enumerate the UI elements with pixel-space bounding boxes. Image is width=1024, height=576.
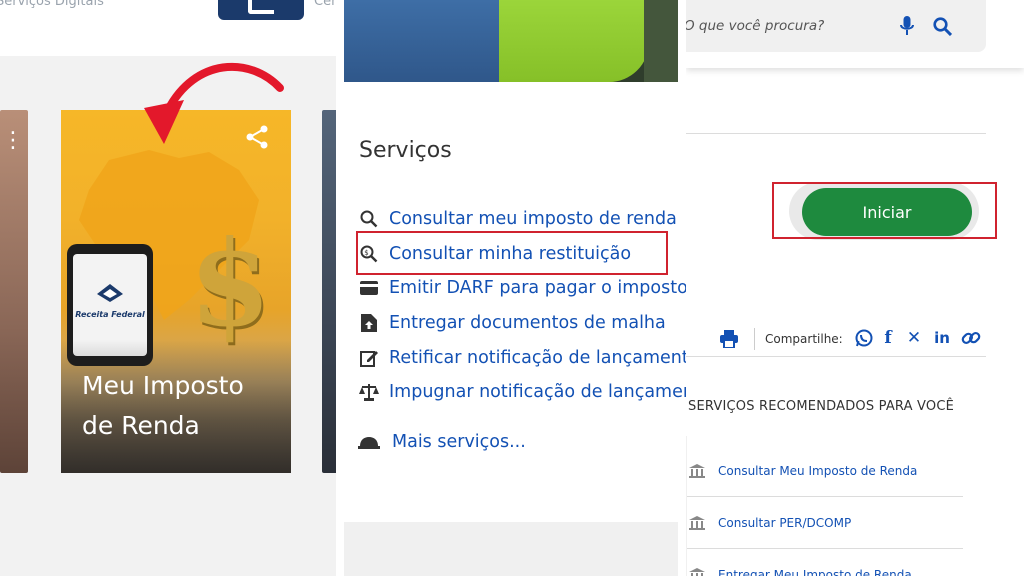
digital-services-label: Serviços Digitais — [0, 0, 104, 9]
share-bar: Compartilhe: f ✕ in — [686, 322, 986, 357]
recommended-item[interactable]: Consultar PER/DCOMP — [687, 497, 963, 549]
next-card[interactable] — [322, 110, 336, 473]
credit-card-icon — [358, 279, 380, 297]
highlight-box-iniciar — [772, 182, 997, 239]
service-link-impugnar-notificacao[interactable]: Impugnar notificação de lançamento — [358, 375, 686, 410]
meu-imposto-de-renda-card[interactable]: $ Receita Federal Meu Imposto de Renda — [61, 110, 291, 473]
previous-card[interactable]: ⋮ — [0, 110, 28, 473]
search-icon[interactable] — [933, 17, 952, 36]
page-header: O que você procura? — [686, 0, 1024, 68]
service-link-entregar-documentos[interactable]: Entregar documentos de malha — [358, 306, 686, 341]
search-icon — [358, 210, 380, 228]
microphone-icon[interactable] — [900, 16, 914, 36]
service-label[interactable]: Retificar notificação de lançamento — [389, 348, 686, 368]
service-label[interactable]: Emitir DARF para pagar o imposto — [389, 278, 686, 298]
building-icon — [689, 464, 705, 478]
recommended-label[interactable]: Consultar Meu Imposto de Renda — [718, 464, 917, 478]
service-link-emitir-darf[interactable]: Emitir DARF para pagar o imposto — [358, 271, 686, 306]
hero-image — [344, 0, 678, 82]
red-arrow-annotation — [144, 62, 284, 144]
card-title: Meu Imposto de Renda — [82, 366, 282, 446]
link-icon[interactable] — [961, 328, 981, 348]
recommended-title: SERVIÇOS RECOMENDADOS PARA VOCÊ — [688, 399, 955, 414]
partial-header-label: Cen — [314, 0, 336, 9]
recommended-label[interactable]: Consultar PER/DCOMP — [718, 516, 851, 530]
building-icon — [689, 568, 705, 576]
receita-federal-logo — [97, 284, 123, 302]
card-title-line2: de Renda — [82, 411, 200, 440]
whatsapp-icon[interactable] — [854, 328, 874, 348]
recommended-item[interactable]: Consultar Meu Imposto de Renda — [687, 445, 963, 497]
building-icon — [689, 516, 705, 530]
share-icon[interactable]: ⋮ — [2, 128, 24, 153]
right-screenshot-panel: O que você procura? Iniciar Compartilhe:… — [686, 0, 1024, 576]
service-link-retificar-notificacao[interactable]: Retificar notificação de lançamento — [358, 340, 686, 375]
search-bar[interactable]: O que você procura? — [686, 0, 986, 52]
recommended-item[interactable]: Entregar Meu Imposto de Renda — [687, 549, 963, 576]
scale-icon — [358, 383, 380, 402]
services-title: Serviços — [359, 138, 452, 163]
edit-icon — [358, 349, 380, 367]
top-bar: Serviços Digitais Cen — [0, 0, 336, 56]
x-icon[interactable]: ✕ — [904, 328, 924, 348]
highlight-box-restituicao — [356, 231, 668, 275]
left-screenshot-panel: Serviços Digitais Cen ⋮ $ Receita Federa… — [0, 0, 336, 576]
more-services-link[interactable]: Mais serviços... — [358, 432, 526, 452]
service-label[interactable]: Entregar documentos de malha — [389, 313, 666, 333]
bell-service-icon — [358, 437, 380, 449]
search-input[interactable]: O que você procura? — [686, 18, 824, 34]
card-title-line1: Meu Imposto — [82, 371, 244, 400]
more-services-label[interactable]: Mais serviços... — [392, 432, 526, 452]
recommended-list: Consultar Meu Imposto de Renda Consultar… — [686, 436, 986, 576]
print-icon[interactable] — [720, 330, 738, 348]
middle-screenshot-panel: Serviços Consultar meu imposto de renda … — [336, 0, 686, 576]
dollar-sign-icon: $ — [189, 214, 272, 353]
gov-logo[interactable] — [218, 0, 304, 20]
facebook-icon[interactable]: f — [878, 328, 898, 348]
service-label[interactable]: Impugnar notificação de lançamento — [389, 382, 686, 402]
service-label[interactable]: Consultar meu imposto de renda — [389, 209, 677, 229]
linkedin-icon[interactable]: in — [932, 328, 952, 348]
receita-federal-text: Receita Federal — [75, 310, 145, 319]
upload-doc-icon — [358, 314, 380, 333]
recommended-label[interactable]: Entregar Meu Imposto de Renda — [718, 568, 912, 576]
share-label: Compartilhe: — [765, 332, 843, 346]
